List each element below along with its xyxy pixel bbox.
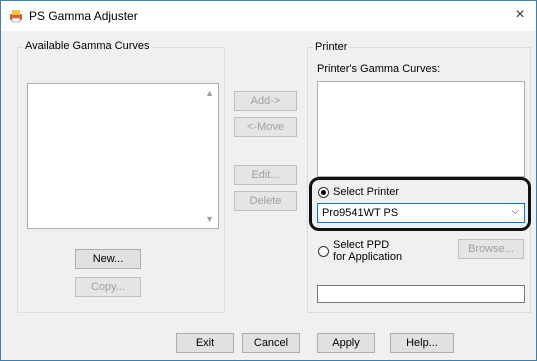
cancel-button[interactable]: Cancel: [242, 333, 300, 353]
browse-button[interactable]: Browse...: [458, 239, 524, 259]
new-button[interactable]: New...: [75, 249, 141, 269]
window-title: PS Gamma Adjuster: [29, 9, 138, 23]
apply-button[interactable]: Apply: [317, 333, 375, 353]
move-button[interactable]: <-Move: [234, 117, 297, 137]
delete-button[interactable]: Delete: [234, 191, 297, 211]
available-curves-label: Available Gamma Curves: [23, 40, 152, 52]
close-icon[interactable]: ×: [512, 6, 528, 24]
scroll-up-icon[interactable]: ▲: [205, 88, 214, 98]
printer-group-label: Printer: [313, 41, 350, 53]
copy-button[interactable]: Copy...: [75, 277, 141, 297]
scroll-down-icon[interactable]: ▼: [205, 214, 214, 224]
edit-button[interactable]: Edit...: [234, 165, 297, 185]
printer-app-icon: [9, 9, 23, 23]
printer-curves-list[interactable]: [317, 81, 525, 177]
title-bar: PS Gamma Adjuster ×: [1, 1, 536, 31]
add-button[interactable]: Add->: [234, 91, 297, 111]
select-ppd-label-line2[interactable]: for Application: [333, 251, 402, 263]
select-ppd-radio[interactable]: [318, 246, 329, 257]
select-printer-highlight: [309, 177, 531, 231]
printer-curves-label: Printer's Gamma Curves:: [317, 63, 441, 75]
help-button[interactable]: Help...: [390, 333, 454, 353]
exit-button[interactable]: Exit: [176, 333, 234, 353]
select-ppd-label-line1[interactable]: Select PPD: [333, 239, 389, 251]
available-curves-list[interactable]: ▲ ▼: [27, 83, 219, 229]
dialog-window: PS Gamma Adjuster × Available Gamma Curv…: [0, 0, 537, 361]
ppd-path-field[interactable]: [317, 285, 525, 303]
